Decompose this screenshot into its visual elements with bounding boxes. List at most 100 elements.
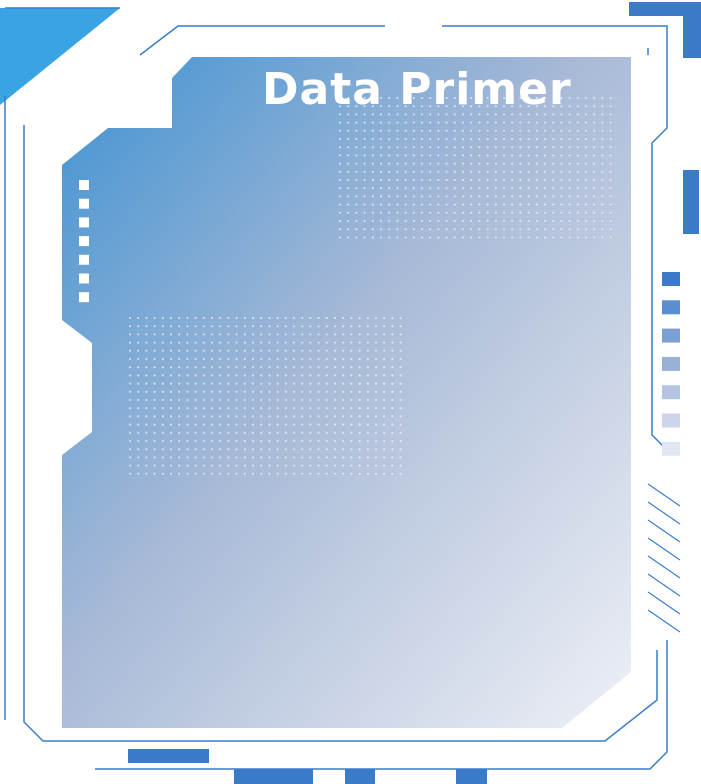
dot xyxy=(399,423,402,426)
dot xyxy=(161,349,164,352)
dot xyxy=(380,121,382,124)
dot xyxy=(342,440,345,442)
dot xyxy=(202,472,205,475)
dot xyxy=(227,456,230,459)
dot xyxy=(593,113,596,116)
dot xyxy=(243,366,246,369)
dot xyxy=(404,162,407,165)
dot xyxy=(129,341,131,344)
dot xyxy=(380,220,382,222)
dot xyxy=(585,220,587,222)
dot xyxy=(186,423,189,426)
dot xyxy=(317,448,320,451)
dot xyxy=(576,195,579,198)
dot xyxy=(519,162,522,165)
dot xyxy=(260,333,263,336)
dot xyxy=(342,317,345,319)
dot xyxy=(194,407,197,410)
bottom-block-4 xyxy=(456,769,487,784)
dot xyxy=(383,374,386,377)
dot xyxy=(470,220,473,222)
dot xyxy=(161,448,164,451)
dot xyxy=(153,382,156,385)
dot xyxy=(399,472,402,475)
dot xyxy=(137,333,140,336)
dot xyxy=(421,154,423,157)
dot xyxy=(161,341,164,344)
dot xyxy=(358,423,361,426)
dot xyxy=(358,464,361,467)
dot xyxy=(568,129,571,132)
dot xyxy=(494,154,497,157)
dot xyxy=(511,170,514,173)
dot xyxy=(211,423,213,426)
dot xyxy=(186,325,189,328)
dot xyxy=(478,162,481,165)
dot xyxy=(334,464,336,467)
dot xyxy=(453,170,456,173)
dot xyxy=(161,317,164,319)
dot xyxy=(486,203,489,206)
dot xyxy=(552,203,555,206)
dot xyxy=(535,138,538,140)
dot xyxy=(535,195,538,198)
dot xyxy=(252,399,254,401)
dot xyxy=(399,464,402,467)
dot xyxy=(129,349,131,352)
dot xyxy=(243,415,246,418)
dot xyxy=(568,220,571,222)
dot xyxy=(478,211,481,214)
dot xyxy=(375,358,377,360)
dot xyxy=(375,325,377,328)
dot xyxy=(342,333,345,336)
dot xyxy=(371,195,374,198)
dot xyxy=(129,358,131,360)
dot xyxy=(211,472,213,475)
dot xyxy=(519,154,522,157)
dot xyxy=(552,146,555,149)
dot xyxy=(380,170,382,173)
dot xyxy=(334,423,336,426)
dot xyxy=(366,431,369,434)
dot xyxy=(260,464,263,467)
dot xyxy=(544,146,546,149)
dot xyxy=(470,146,473,149)
dot xyxy=(129,325,131,328)
dot xyxy=(293,374,295,377)
dot xyxy=(342,325,345,328)
dot xyxy=(437,220,440,222)
dot xyxy=(243,325,246,328)
dot xyxy=(219,407,222,410)
dot xyxy=(601,146,604,149)
dot xyxy=(202,440,205,442)
dot xyxy=(161,431,164,434)
dot xyxy=(339,121,341,124)
dot xyxy=(470,170,473,173)
dot xyxy=(227,382,230,385)
dot xyxy=(366,407,369,410)
dot xyxy=(503,162,505,165)
dot xyxy=(519,211,522,214)
dot xyxy=(235,317,238,319)
dot xyxy=(486,187,489,190)
dot xyxy=(593,154,596,157)
dot xyxy=(260,407,263,410)
right-square xyxy=(662,272,680,286)
dot xyxy=(358,374,361,377)
dot xyxy=(301,464,304,467)
dot xyxy=(462,121,464,124)
dot xyxy=(576,129,579,132)
dot xyxy=(219,440,222,442)
dot xyxy=(145,317,148,319)
dot xyxy=(388,146,391,149)
dot xyxy=(194,325,197,328)
dot xyxy=(412,228,415,231)
left-square xyxy=(79,180,89,190)
dot xyxy=(511,146,514,149)
dot xyxy=(391,349,394,352)
dot xyxy=(383,456,386,459)
dot xyxy=(350,415,353,418)
dot xyxy=(552,228,555,231)
dot xyxy=(576,170,579,173)
dot xyxy=(252,472,254,475)
